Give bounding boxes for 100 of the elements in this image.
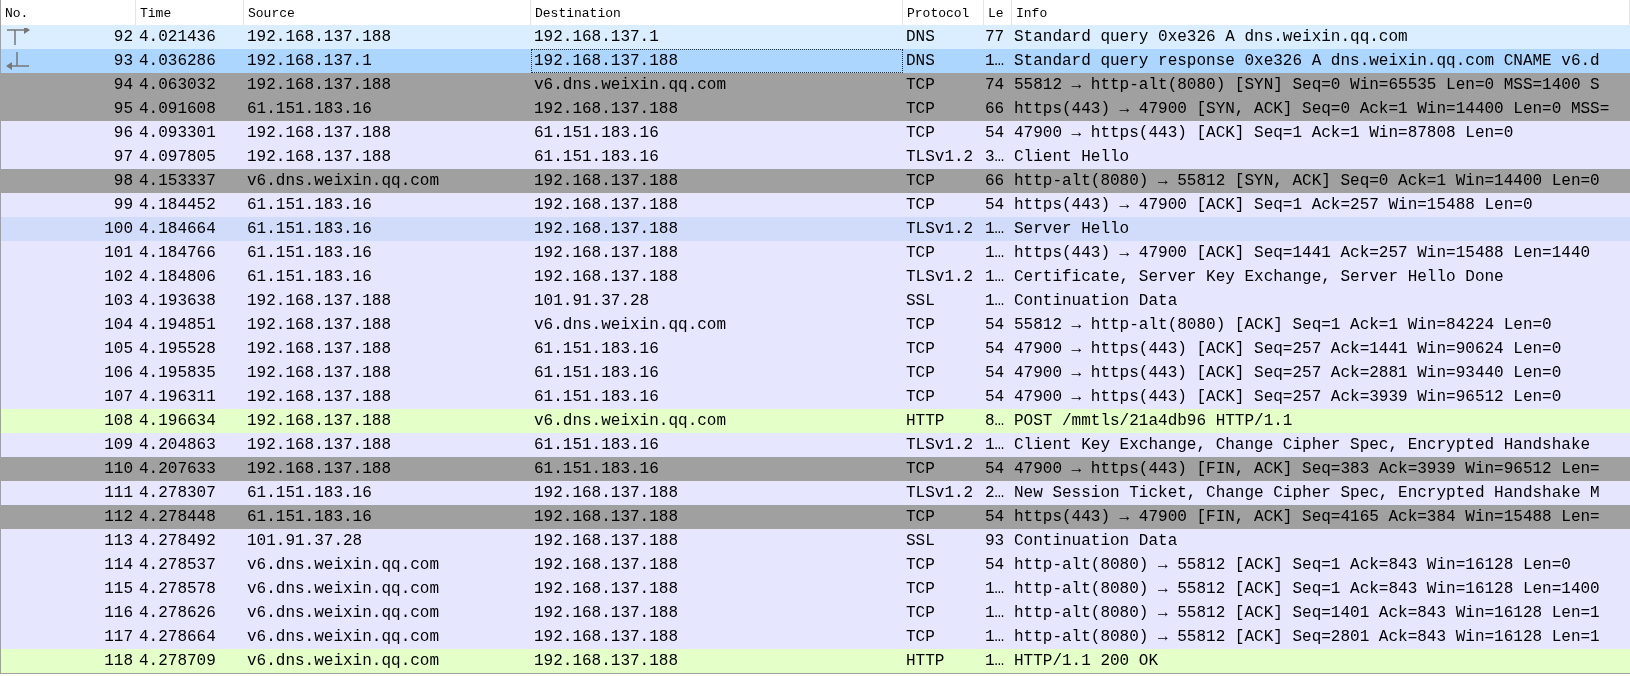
packet-time: 4.184452 — [139, 196, 216, 214]
protocol-name: TCP — [906, 460, 935, 478]
protocol-name: TCP — [906, 340, 935, 358]
packet-row[interactable]: 106 4.195835 192.168.137.188 61.151.183.16 TCP 54 47900 → https(443) [ACK] Seq=257 Ack=2881 Win=93440 Len=0 — [1, 361, 1630, 385]
destination-address: 192.168.137.188 — [533, 603, 680, 624]
packet-row[interactable]: 92 4.021436 192.168.137.188 192.168.137.1 DNS 77 Standard query 0xe326 A dns.weixin.qq.com — [1, 25, 1630, 49]
packet-number: 106 — [104, 363, 133, 384]
packet-info: HTTP/1.1 200 OK — [1014, 652, 1159, 670]
packet-info: New Session Ticket, Change Cipher Spec, Encrypted Handshake M — [1014, 484, 1600, 502]
packet-row[interactable]: 108 4.196634 192.168.137.188 v6.dns.weixin.qq.com HTTP 8… POST /mmtls/21a4db96 HTTP/1.1 — [1, 409, 1630, 433]
packet-length: 54 — [985, 556, 1005, 574]
packet-number: 112 — [104, 507, 133, 528]
packet-time: 4.278492 — [139, 532, 216, 550]
packet-time: 4.195528 — [139, 340, 216, 358]
packet-row[interactable]: 109 4.204863 192.168.137.188 61.151.183.16 TLSv1.2 1… Client Key Exchange, Change Cipher Spec, Encrypted Handshake — [1, 433, 1630, 457]
packet-number: 93 — [113, 51, 133, 72]
source-address: 192.168.137.188 — [247, 388, 392, 406]
packet-info: https(443) → 47900 [ACK] Seq=1441 Ack=257 Win=15488 Len=1440 — [1014, 244, 1591, 262]
packet-row[interactable]: 110 4.207633 192.168.137.188 61.151.183.16 TCP 54 47900 → https(443) [FIN, ACK] Seq=383 Ack=3939 Win=96512 Len= — [1, 457, 1630, 481]
packet-row[interactable]: 98 4.153337 v6.dns.weixin.qq.com 192.168.137.188 TCP 66 http-alt(8080) → 55812 [SYN, ACK] Seq=0 Ack=1 Win=14400 Len=0 — [1, 169, 1630, 193]
destination-address: 192.168.137.188 — [533, 555, 680, 576]
packet-row[interactable]: 104 4.194851 192.168.137.188 v6.dns.weixin.qq.com TCP 54 55812 → http-alt(8080) [ACK] Seq=1 Ack=1 Win=84224 Len=0 — [1, 313, 1630, 337]
packet-length: 54 — [985, 316, 1005, 334]
packet-time: 4.196634 — [139, 412, 216, 430]
packet-row[interactable]: 97 4.097805 192.168.137.188 61.151.183.16 TLSv1.2 3… Client Hello — [1, 145, 1630, 169]
destination-address: 61.151.183.16 — [533, 459, 660, 480]
packet-row[interactable]: 118 4.278709 v6.dns.weixin.qq.com 192.168.137.188 HTTP 1… HTTP/1.1 200 OK — [1, 649, 1630, 673]
protocol-name: TLSv1.2 — [906, 484, 974, 502]
source-address: 192.168.137.188 — [247, 124, 392, 142]
packet-length: 1… — [985, 244, 1005, 262]
packet-info: Client Key Exchange, Change Cipher Spec, Encrypted Handshake — [1014, 436, 1591, 454]
source-address: 192.168.137.188 — [247, 460, 392, 478]
packet-row[interactable]: 95 4.091608 61.151.183.16 192.168.137.188 TCP 66 https(443) → 47900 [SYN, ACK] Seq=0 Ack=1 Win=14400 Len=0 MSS= — [1, 97, 1630, 121]
packet-time: 4.278626 — [139, 604, 216, 622]
response-arrow-icon — [5, 52, 31, 70]
packet-time: 4.193638 — [139, 292, 216, 310]
packet-row[interactable]: 93 4.036286 192.168.137.1 192.168.137.188 DNS 1… Standard query response 0xe326 A dns.weixin.qq.com CNAME v6.d — [1, 49, 1630, 73]
source-address: 192.168.137.188 — [247, 76, 392, 94]
protocol-name: SSL — [906, 292, 935, 310]
packet-row[interactable]: 113 4.278492 101.91.37.28 192.168.137.188 SSL 93 Continuation Data — [1, 529, 1630, 553]
protocol-name: TCP — [906, 604, 935, 622]
packet-number: 92 — [113, 27, 133, 48]
source-address: 61.151.183.16 — [247, 508, 372, 526]
packet-number: 117 — [104, 627, 133, 648]
packet-info: Client Hello — [1014, 148, 1130, 166]
source-address: v6.dns.weixin.qq.com — [247, 172, 440, 190]
protocol-name: TCP — [906, 628, 935, 646]
source-address: v6.dns.weixin.qq.com — [247, 580, 440, 598]
packet-row[interactable]: 107 4.196311 192.168.137.188 61.151.183.16 TCP 54 47900 → https(443) [ACK] Seq=257 Ack=3939 Win=96512 Len=0 — [1, 385, 1630, 409]
protocol-name: TCP — [906, 316, 935, 334]
source-address: 61.151.183.16 — [247, 220, 372, 238]
source-address: 192.168.137.1 — [247, 52, 372, 70]
packet-row[interactable]: 105 4.195528 192.168.137.188 61.151.183.16 TCP 54 47900 → https(443) [ACK] Seq=257 Ack=1441 Win=90624 Len=0 — [1, 337, 1630, 361]
packet-number: 103 — [104, 291, 133, 312]
destination-address: 192.168.137.188 — [533, 627, 680, 648]
packet-row[interactable]: 111 4.278307 61.151.183.16 192.168.137.188 TLSv1.2 2… New Session Ticket, Change Cipher Spec, Encrypted Handshake M — [1, 481, 1630, 505]
packet-row[interactable]: 117 4.278664 v6.dns.weixin.qq.com 192.168.137.188 TCP 1… http-alt(8080) → 55812 [ACK] Seq=2801 Ack=843 Win=16128 Len=1 — [1, 625, 1630, 649]
packet-length: 93 — [985, 532, 1005, 550]
source-address: 192.168.137.188 — [247, 364, 392, 382]
packet-length: 1… — [985, 628, 1005, 646]
destination-address: 192.168.137.188 — [531, 49, 903, 73]
destination-address: 61.151.183.16 — [533, 339, 660, 360]
destination-address: 192.168.137.188 — [533, 219, 680, 240]
packet-number: 109 — [104, 435, 133, 456]
packet-row[interactable]: 116 4.278626 v6.dns.weixin.qq.com 192.168.137.188 TCP 1… http-alt(8080) → 55812 [ACK] Seq=1401 Ack=843 Win=16128 Len=1 — [1, 601, 1630, 625]
source-address: 192.168.137.188 — [247, 436, 392, 454]
packet-length: 8… — [985, 412, 1005, 430]
packet-row[interactable]: 99 4.184452 61.151.183.16 192.168.137.188 TCP 54 https(443) → 47900 [ACK] Seq=1 Ack=257 Win=15488 Len=0 — [1, 193, 1630, 217]
packet-row[interactable]: 115 4.278578 v6.dns.weixin.qq.com 192.168.137.188 TCP 1… http-alt(8080) → 55812 [ACK] Seq=1 Ack=843 Win=16128 Len=1400 — [1, 577, 1630, 601]
destination-address: v6.dns.weixin.qq.com — [533, 75, 728, 96]
packet-number: 96 — [113, 123, 133, 144]
request-arrow-icon — [5, 28, 31, 46]
protocol-name: DNS — [906, 28, 935, 46]
packet-info: Continuation Data — [1014, 532, 1178, 550]
packet-length: 2… — [985, 484, 1005, 502]
packet-info: https(443) → 47900 [ACK] Seq=1 Ack=257 Win=15488 Len=0 — [1014, 196, 1533, 214]
packet-row[interactable]: 100 4.184664 61.151.183.16 192.168.137.188 TLSv1.2 1… Server Hello — [1, 217, 1630, 241]
packet-row[interactable]: 94 4.063032 192.168.137.188 v6.dns.weixin.qq.com TCP 74 55812 → http-alt(8080) [SYN] Seq=0 Win=65535 Len=0 MSS=1400 S — [1, 73, 1630, 97]
destination-address: 61.151.183.16 — [533, 147, 660, 168]
packet-number: 97 — [113, 147, 133, 168]
packet-number: 108 — [104, 411, 133, 432]
packet-row[interactable]: 112 4.278448 61.151.183.16 192.168.137.188 TCP 54 https(443) → 47900 [FIN, ACK] Seq=4165 Ack=384 Win=15488 Len= — [1, 505, 1630, 529]
packet-length: 54 — [985, 388, 1005, 406]
packet-number: 98 — [113, 171, 133, 192]
protocol-name: SSL — [906, 532, 935, 550]
packet-row[interactable]: 102 4.184806 61.151.183.16 192.168.137.188 TLSv1.2 1… Certificate, Server Key Exchange, Server Hello Done — [1, 265, 1630, 289]
packet-time: 4.184664 — [139, 220, 216, 238]
source-address: 192.168.137.188 — [247, 28, 392, 46]
packet-number: 115 — [104, 579, 133, 600]
protocol-name: TCP — [906, 76, 935, 94]
packet-time: 4.278664 — [139, 628, 216, 646]
packet-row[interactable]: 96 4.093301 192.168.137.188 61.151.183.16 TCP 54 47900 → https(443) [ACK] Seq=1 Ack=1 Win=87808 Len=0 — [1, 121, 1630, 145]
packet-length: 1… — [985, 652, 1005, 670]
destination-address: 101.91.37.28 — [533, 291, 651, 312]
packet-row[interactable]: 114 4.278537 v6.dns.weixin.qq.com 192.168.137.188 TCP 54 http-alt(8080) → 55812 [ACK] Seq=1 Ack=843 Win=16128 Len=0 — [1, 553, 1630, 577]
packet-row[interactable]: 101 4.184766 61.151.183.16 192.168.137.188 TCP 1… https(443) → 47900 [ACK] Seq=1441 Ack=257 Win=15488 Len=1440 — [1, 241, 1630, 265]
packet-row[interactable]: 103 4.193638 192.168.137.188 101.91.37.28 SSL 1… Continuation Data — [1, 289, 1630, 313]
packet-time: 4.278448 — [139, 508, 216, 526]
packet-info: Standard query response 0xe326 A dns.weixin.qq.com CNAME v6.d — [1014, 52, 1600, 70]
source-address: 192.168.137.188 — [247, 316, 392, 334]
